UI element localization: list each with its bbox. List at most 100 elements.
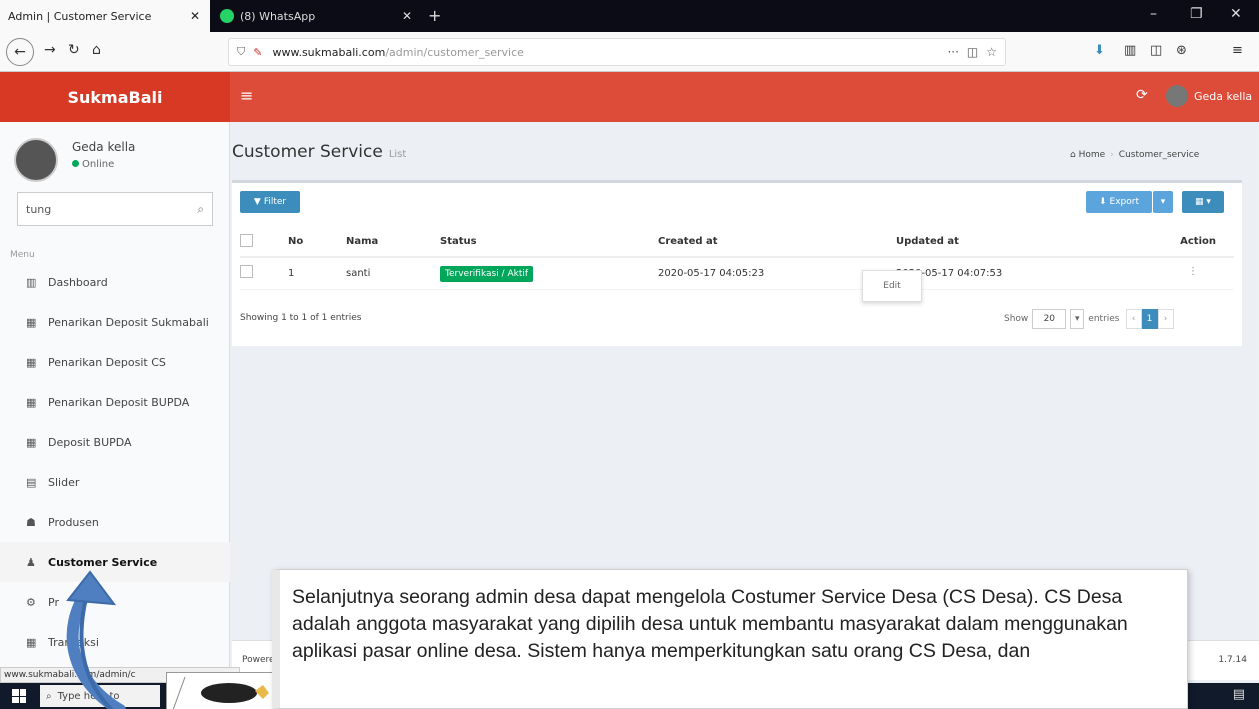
page-length-select[interactable]: 20 [1032,309,1067,329]
row-select-cell [240,257,288,290]
sidebar-item-produsen[interactable]: ☗ Produsen [0,502,230,542]
home-icon: ⌂ [1070,150,1076,160]
download-icon: ⬇ [1098,197,1107,207]
sidebar-item-deposit-bupda[interactable]: ▦ Deposit BUPDA [0,422,230,462]
close-icon[interactable]: ✕ [188,9,202,23]
row-checkbox[interactable] [240,265,253,279]
reload-icon[interactable]: ↻ [68,42,80,58]
grid-icon: ▦ [26,355,37,369]
avatar [14,138,58,182]
sidebar-item-penarikan-deposit-sukmabali[interactable]: ▦ Penarikan Deposit Sukmabali [0,302,230,342]
browser-menu-icon[interactable]: ≡ [1232,43,1243,58]
sidebar-item-label: Deposit BUPDA [48,435,132,449]
select-all-cell [240,227,288,258]
column-header[interactable]: Created at [658,227,896,258]
status-badge: Terverifikasi / Aktif [440,265,534,282]
sidebar-item-label: Slider [48,475,80,489]
export-label: Export [1109,197,1139,207]
breadcrumb-home[interactable]: Home [1079,150,1106,160]
lock-warning-icon: ✎ [253,45,263,59]
page-actions-icon[interactable]: ··· [947,45,958,59]
refresh-icon[interactable]: ⟳ [1136,87,1148,103]
callout-text: Selanjutnya seorang admin desa dapat men… [292,586,1128,662]
filter-icon: ▼ [253,197,261,207]
pagination-next[interactable]: › [1157,309,1174,329]
account-icon[interactable]: ⊛ [1176,43,1187,58]
column-header[interactable]: Nama [346,227,440,258]
select-all-checkbox[interactable] [240,233,253,247]
sidebar-item-label: Penarikan Deposit Sukmabali [48,315,209,329]
whatsapp-icon [220,9,234,23]
pagination-prev[interactable]: ‹ [1125,309,1142,329]
brand-logo[interactable]: SukmaBali [0,72,230,122]
column-header[interactable]: No [288,227,346,258]
cell-action [1124,257,1234,290]
sidebar-item-label: Penarikan Deposit BUPDA [48,395,190,409]
screenshot-root: Admin | Customer Service ✕ (8) WhatsApp … [0,0,1259,709]
explanation-callout: Selanjutnya seorang admin desa dapat men… [272,569,1188,709]
column-header[interactable]: Updated at [896,227,1124,258]
tab-title: Admin | Customer Service [8,9,152,23]
pagination-page-current[interactable]: 1 [1141,309,1158,329]
sidebar-item-slider[interactable]: ▤ Slider [0,462,230,502]
download-icon[interactable]: ⬇ [1094,43,1105,58]
chart-icon: ▥ [26,275,37,289]
users-icon: ☗ [26,515,36,529]
online-dot-icon [72,160,79,167]
column-header[interactable]: Status [440,227,658,258]
footer-version: 1.7.14 [1218,655,1247,665]
breadcrumb: ⌂ Home › Customer_service [1070,150,1200,160]
sidebar-item-label: Penarikan Deposit CS [48,355,166,369]
grid-icon: ▦ [26,395,37,409]
export-button[interactable]: ⬇ Export [1086,191,1152,213]
sidebar-item-penarikan-deposit-cs[interactable]: ▦ Penarikan Deposit CS [0,342,230,382]
length-show-label: Show [1004,314,1029,324]
caret-down-icon[interactable]: ▾ [1070,309,1085,329]
header-user-menu[interactable]: Geda kella [1166,85,1252,107]
app-header: SukmaBali ≡ ⟳ Geda kella [0,72,1259,122]
bookmark-star-icon[interactable]: ☆ [986,45,997,59]
caret-down-icon: ▾ [1160,197,1166,207]
sidebar-item-dashboard[interactable]: ▥ Dashboard [0,262,230,302]
cell-status: Terverifikasi / Aktif [440,257,658,290]
length-entries-label: entries [1088,314,1120,324]
sidebar-search: ⌕ [17,192,213,226]
home-icon[interactable]: ⌂ [92,42,101,58]
page-length-control: Show 20 ▾ entries ‹ 1 › [1004,309,1174,329]
sidebar-item-penarikan-deposit-bupda[interactable]: ▦ Penarikan Deposit BUPDA [0,382,230,422]
row-action-menu-icon[interactable]: ⋮ [1188,266,1198,277]
search-icon[interactable]: ⌕ [197,202,204,217]
breadcrumb-current: Customer_service [1118,150,1200,160]
entries-info: Showing 1 to 1 of 1 entries [240,313,362,323]
user-panel: Geda kella Online [10,134,220,182]
new-tab-icon[interactable]: + [428,6,441,25]
columns-button[interactable]: ▦ ▾ [1182,191,1224,213]
table-row: 1 santi Terverifikasi / Aktif 2020-05-17… [240,257,1234,290]
column-header: Action [1124,227,1234,258]
address-bar[interactable]: ⛉ ✎ www.sukmabali.com/admin/customer_ser… [228,38,1006,66]
tab-whatsapp[interactable]: (8) WhatsApp ✕ [212,0,422,32]
back-arrow-icon[interactable]: ← [6,38,34,66]
sidebar-icon[interactable]: ◫ [1150,43,1162,58]
export-dropdown-button[interactable]: ▾ [1153,191,1173,213]
edit-menu-item[interactable]: Edit [862,270,922,302]
hamburger-menu-icon[interactable]: ≡ [240,86,253,105]
close-icon[interactable]: ✕ [400,9,414,23]
browser-toolbar: ← → ↻ ⌂ ⛉ ✎ www.sukmabali.com/admin/cust… [0,32,1259,72]
search-input[interactable] [26,202,198,216]
filter-button[interactable]: ▼ Filter [240,191,300,213]
pocket-icon[interactable]: ◫ [967,45,978,59]
maximize-icon[interactable]: ❐ [1190,6,1203,22]
notification-icon[interactable]: ▤ [1233,687,1245,702]
menu-header: Menu [10,250,35,260]
minimize-icon[interactable]: – [1150,6,1157,22]
library-icon[interactable]: ▥ [1124,43,1136,58]
tab-admin-customer-service[interactable]: Admin | Customer Service ✕ [0,0,210,32]
forward-arrow-icon[interactable]: → [44,42,56,58]
avatar [1166,85,1188,107]
cell-created-at: 2020-05-17 04:05:23 [658,257,896,290]
window-close-icon[interactable]: ✕ [1230,6,1242,22]
cell-nama: santi [346,257,440,290]
sidebar-item-label: Produsen [48,515,99,529]
sidebar-item-label: Dashboard [48,275,108,289]
